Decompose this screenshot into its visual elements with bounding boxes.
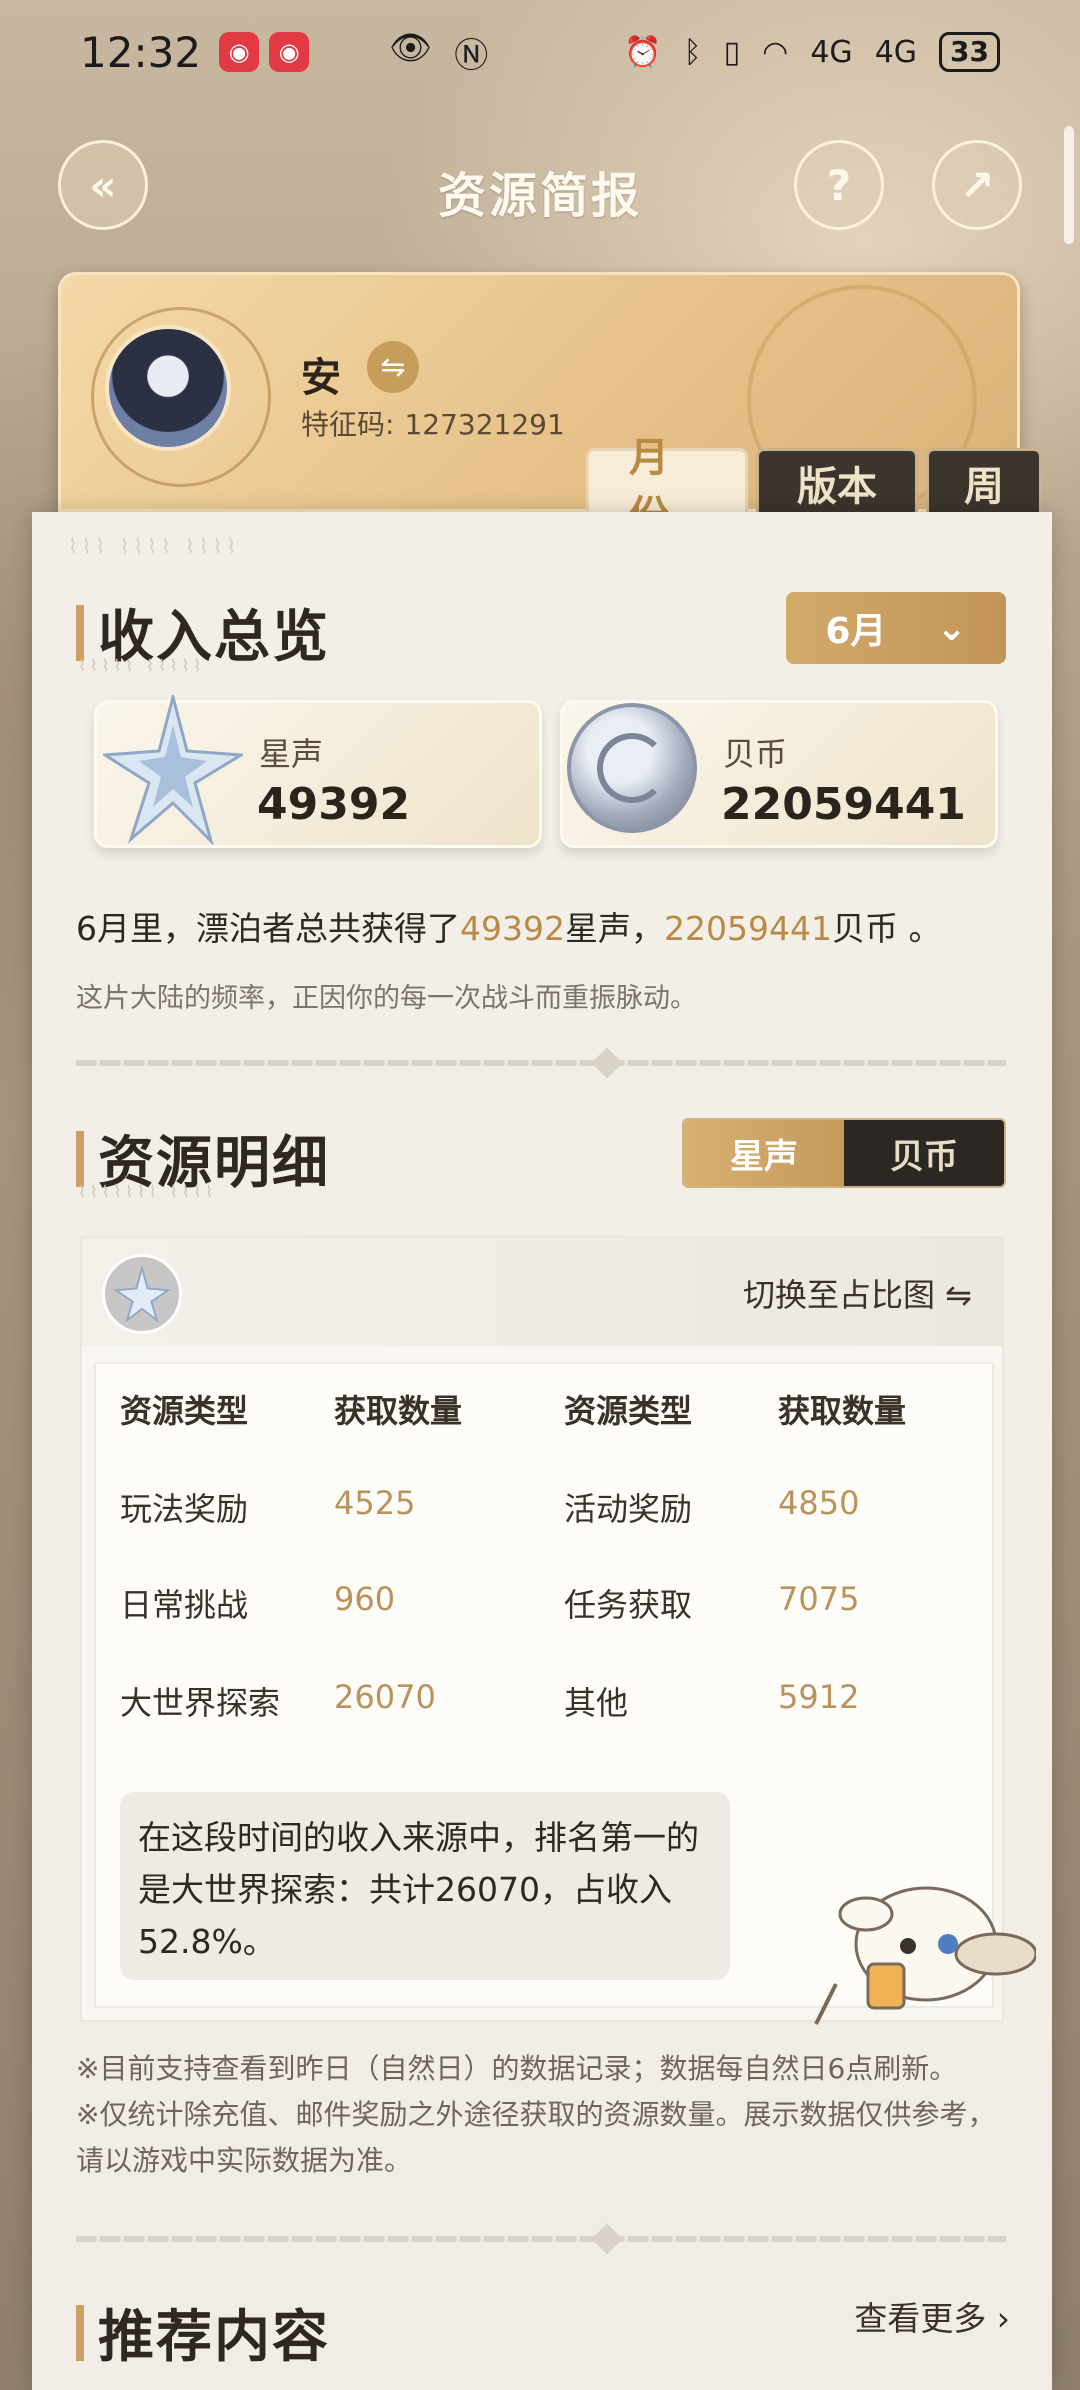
main-panel: ⌇⌇⌇ ⌇⌇⌇⌇ ⌇⌇⌇⌇ 收入总览 ⌇⌇⌇⌇⌇ ⌇⌇⌇⌇⌇ 6月 ⌄ 星声 4… [32, 512, 1052, 2390]
help-button[interactable]: ? [794, 140, 884, 230]
detail-header: 切换至占比图 ⇋ [82, 1238, 1002, 1346]
question-icon: ? [826, 160, 852, 210]
decorative-subscript: ⌇⌇⌇⌇⌇⌇⌇ ⌇⌇⌇⌇ [78, 1182, 218, 1201]
recommend-title: 推荐内容 [76, 2292, 330, 2373]
toggle-star-voice[interactable]: 星声 [684, 1120, 844, 1186]
switch-account-button[interactable]: ⇋ [367, 341, 419, 393]
table-cell: 玩法奖励 [120, 1490, 249, 1528]
tab-month[interactable]: 月份 [586, 435, 748, 539]
summary-subtitle: 这片大陆的频率，正因你的每一次战斗而重振脉动。 [76, 983, 697, 1014]
star-voice-card: 星声 49392 [94, 695, 542, 848]
app-notification-icon: ◉ [269, 32, 310, 72]
uid-value: 127321291 [404, 408, 565, 441]
top-source-note: 在这段时间的收入来源中，排名第一的是大世界探索：共计26070，占收入52.8%… [120, 1792, 730, 1980]
table-cell: 4525 [334, 1484, 416, 1522]
swap-icon: ⇋ [380, 349, 406, 385]
table-header: 获取数量 [334, 1392, 463, 1430]
chevron-down-icon: ⌄ [936, 607, 967, 649]
table-cell: 其他 [564, 1684, 629, 1722]
star-voice-value: 49392 [257, 779, 411, 830]
signal-icon: 4G [810, 34, 853, 70]
resource-toggle: 星声 贝币 [682, 1118, 1006, 1188]
tab-version[interactable]: 版本 [756, 448, 918, 514]
shell-credit-label: 贝币 [723, 735, 788, 773]
tab-week[interactable]: 周 [926, 448, 1042, 514]
table-header: 资源类型 [120, 1392, 249, 1430]
status-time: 12:32 [80, 27, 202, 77]
star-voice-icon [103, 695, 243, 845]
wifi-icon: ◠ [762, 34, 789, 70]
divider-ornament [591, 2223, 623, 2255]
decorative-subscript: ⌇⌇⌇⌇⌇ ⌇⌇⌇⌇⌇ [78, 656, 206, 675]
star-voice-label: 星声 [259, 735, 324, 773]
table-cell: 活动奖励 [564, 1490, 693, 1528]
bluetooth-icon: ᛒ [683, 34, 702, 70]
income-summary: 6月里，漂泊者总共获得了49392星声，22059441贝币 。 [76, 902, 941, 950]
summary-coin-amount: 22059441 [663, 909, 832, 948]
status-bar: 12:32 ◉ ◉ 👁 Ⓝ ⏰ ᛒ ▯ ◠ 4G 4G 33 [0, 0, 1080, 104]
summary-text: 6月里，漂泊者总共获得了 [76, 909, 460, 948]
shell-credit-icon [567, 703, 697, 833]
title-accent-bar [76, 1130, 84, 1187]
avatar [105, 325, 231, 451]
switch-to-pie-button[interactable]: 切换至占比图 ⇋ [743, 1270, 972, 1316]
view-more-link[interactable]: 查看更多 › [854, 2292, 1010, 2340]
month-value: 6月 [825, 611, 887, 652]
resource-table: 资源类型 获取数量 资源类型 获取数量 玩法奖励 4525 活动奖励 4850 … [94, 1362, 1036, 2025]
footnote-refresh: ※目前支持查看到昨日（自然日）的数据记录；数据每自然日6点刷新。 [76, 2052, 958, 2085]
table-header: 资源类型 [564, 1392, 693, 1430]
table-cell: 日常挑战 [120, 1586, 249, 1624]
uid-label: 特征码: [301, 408, 395, 441]
top-nav: « 资源简报 ? ↗ [0, 140, 1080, 240]
title-accent-bar [76, 2304, 84, 2361]
period-tabs: 月份 版本 周 [586, 435, 1042, 539]
table-cell: 任务获取 [564, 1586, 693, 1624]
nfc-icon: Ⓝ [454, 35, 489, 76]
recommend-title-text: 推荐内容 [98, 2305, 330, 2370]
app-notification-icon: ◉ [219, 32, 260, 72]
table-cell: 26070 [334, 1678, 436, 1716]
table-cell: 960 [334, 1580, 396, 1618]
eye-icon: 👁 [389, 27, 433, 68]
page-title: 资源简报 [437, 168, 642, 224]
toggle-shell-credit[interactable]: 贝币 [844, 1120, 1004, 1186]
footnote-disclaimer: ※仅统计除充值、邮件奖励之外途径获取的资源数量。展示数据仅供参考，请以游戏中实际… [76, 2098, 996, 2177]
decorative-script: ⌇⌇⌇ ⌇⌇⌇⌇ ⌇⌇⌇⌇ [68, 534, 241, 558]
summary-star-amount: 49392 [460, 909, 565, 948]
divider [76, 1047, 1006, 1079]
vibrate-icon: ▯ [723, 34, 741, 70]
alarm-icon: ⏰ [624, 34, 662, 70]
table-cell: 大世界探索 [120, 1684, 281, 1722]
shell-credit-value: 22059441 [721, 779, 966, 830]
table-cell: 7075 [778, 1580, 860, 1618]
mascot-illustration [814, 1886, 1036, 2025]
table-cell: 4850 [778, 1484, 860, 1522]
share-icon: ↗ [959, 160, 995, 210]
title-accent-bar [76, 604, 84, 661]
shell-credit-card: 贝币 22059441 [560, 700, 998, 848]
table-header: 获取数量 [778, 1392, 907, 1430]
divider-ornament [591, 1047, 623, 1079]
table-cell: 5912 [778, 1678, 860, 1716]
battery-icon: 33 [939, 32, 1000, 72]
share-button[interactable]: ↗ [932, 140, 1022, 230]
star-voice-icon [102, 1254, 182, 1334]
summary-text: 星声， [564, 909, 664, 948]
username: 安 [301, 355, 341, 401]
summary-text: 贝币 。 [831, 909, 942, 948]
signal-icon-2: 4G [874, 34, 918, 70]
divider [76, 2223, 1006, 2255]
month-dropdown[interactable]: 6月 ⌄ [786, 592, 1006, 664]
uid-row: 特征码: 127321291 [301, 403, 565, 443]
detail-box: 切换至占比图 ⇋ 资源类型 获取数量 资源类型 获取数量 玩法奖励 4525 活… [80, 1236, 1036, 2025]
